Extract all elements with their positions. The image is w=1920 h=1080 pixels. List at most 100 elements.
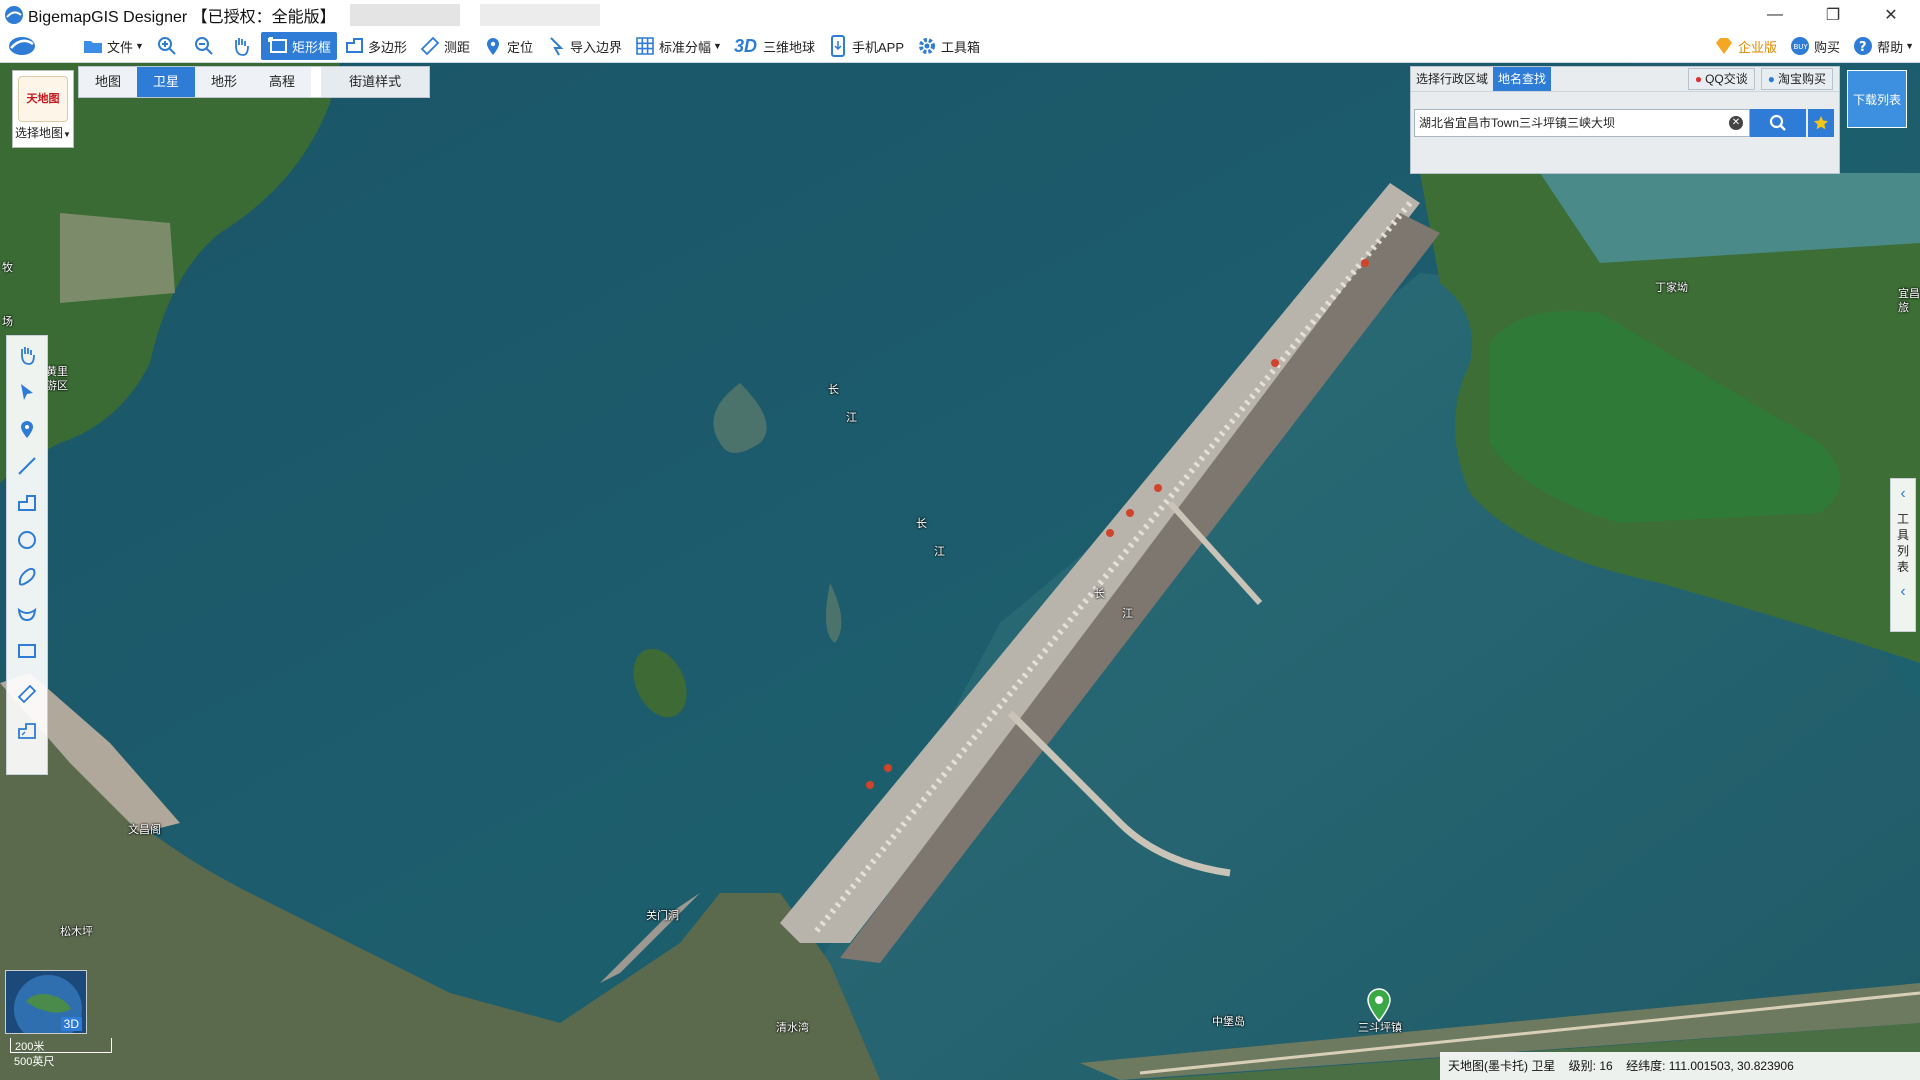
curve-tool[interactable] — [7, 595, 47, 632]
tab-select-region[interactable]: 选择行政区域 — [1411, 67, 1493, 91]
toolbox-button[interactable]: 工具箱 — [910, 32, 986, 60]
help-icon: ? — [1852, 35, 1874, 57]
map-canvas[interactable]: 长 江 长 江 长 江 丁家坳 文昌阁 松木坪 关门洞 清水湾 中堡岛 三斗坪镇… — [0, 63, 1920, 1080]
measure-button[interactable]: 测距 — [413, 32, 476, 60]
tool-list-panel[interactable]: ‹ 工具列表 ‹ — [1890, 478, 1916, 632]
mobile-app-button[interactable]: 手机APP — [821, 32, 910, 60]
enterprise-button[interactable]: 企业版 — [1707, 32, 1783, 60]
coordinates-value: 111.001503, 30.823906 — [1668, 1059, 1794, 1073]
qq-chat-button[interactable]: ● QQ交谈 — [1687, 68, 1755, 90]
polygon-button[interactable]: 多边形 — [337, 32, 413, 60]
freehand-icon — [18, 567, 36, 586]
tiles-menu[interactable]: 标准分幅 ▼ — [628, 32, 728, 60]
globe-3d-button[interactable]: 3D 三维地球 — [728, 32, 821, 60]
rectangle-tool[interactable] — [7, 632, 47, 669]
polygon-icon — [18, 494, 36, 511]
measure-tool[interactable] — [7, 675, 47, 712]
map-label: 游区 — [46, 380, 68, 392]
polyline-tool[interactable] — [7, 484, 47, 521]
svg-text:?: ? — [1859, 40, 1867, 55]
location-marker-icon[interactable] — [1366, 988, 1392, 1022]
taobao-label: 淘宝购买 — [1777, 72, 1826, 86]
zoom-in-icon — [156, 35, 178, 57]
tab-terrain[interactable]: 地形 — [195, 67, 253, 97]
map-selector[interactable]: 天地图 选择地图▼ — [12, 70, 74, 148]
zoom-in-button[interactable] — [150, 32, 187, 60]
measure-label: 测距 — [443, 39, 470, 55]
line-icon — [18, 456, 36, 475]
polygon-label: 多边形 — [367, 39, 407, 55]
menu-button[interactable] — [0, 32, 50, 60]
chevron-left-icon[interactable]: ‹ — [1891, 583, 1915, 601]
help-label: 帮助 — [1877, 39, 1904, 55]
map-selector-label: 选择地图 — [15, 126, 64, 140]
clear-icon[interactable]: ✕ — [1729, 116, 1743, 130]
select-tool[interactable] — [7, 373, 47, 410]
map-label: 松木坪 — [60, 926, 93, 938]
file-menu[interactable]: 文件 ▼ — [76, 32, 150, 60]
tab-satellite[interactable]: 卫星 — [137, 67, 196, 97]
area-icon — [18, 722, 36, 739]
map-type-tabs: 地图 卫星 地形 高程 街道样式 — [78, 66, 431, 98]
blurred-region — [479, 4, 600, 26]
map-label: 江 — [934, 546, 945, 558]
diamond-icon — [1713, 35, 1735, 57]
tab-elevation[interactable]: 高程 — [253, 67, 311, 97]
grid-icon — [634, 35, 656, 57]
circle-icon — [18, 530, 36, 549]
pan-tool[interactable] — [7, 336, 47, 373]
freehand-tool[interactable] — [7, 558, 47, 595]
search-button[interactable] — [1750, 109, 1806, 137]
map-label: 牧 — [2, 262, 13, 274]
map-label: 关门洞 — [646, 910, 679, 922]
tab-map[interactable]: 地图 — [79, 67, 137, 97]
qq-label: QQ交谈 — [1705, 72, 1748, 86]
polygon-icon — [343, 35, 365, 57]
map-label: 中堡岛 — [1212, 1016, 1245, 1028]
locate-button[interactable]: 定位 — [476, 32, 539, 60]
svg-text:BUY: BUY — [1794, 43, 1809, 51]
map-label: 场 — [2, 316, 13, 328]
chevron-down-icon: ▼ — [713, 41, 722, 51]
rect-label: 矩形框 — [291, 39, 331, 55]
folder-icon — [82, 35, 104, 57]
minimize-button[interactable]: — — [1746, 0, 1804, 30]
globe-3d-thumbnail[interactable]: 3D — [5, 970, 87, 1034]
area-tool[interactable] — [7, 712, 47, 749]
globe-label: 三维地球 — [762, 39, 815, 55]
buy-button[interactable]: BUY 购买 — [1783, 32, 1846, 60]
search-icon — [1769, 114, 1786, 131]
rect-select-button[interactable]: 矩形框 — [260, 32, 337, 60]
ruler-icon — [17, 684, 37, 703]
help-menu[interactable]: ? 帮助 ▼ — [1846, 32, 1920, 60]
curve-icon — [17, 607, 37, 621]
place-search-value: 湖北省宜昌市Town三斗坪镇三峡大坝 — [1419, 116, 1616, 130]
line-tool[interactable] — [7, 447, 47, 484]
download-list-button[interactable]: 下载列表 — [1847, 70, 1907, 128]
street-style-button[interactable]: 街道样式 — [311, 67, 430, 97]
buy-label: 购买 — [1814, 39, 1841, 55]
circle-tool[interactable] — [7, 521, 47, 558]
import-boundary-button[interactable]: 导入边界 — [539, 32, 628, 60]
search-panel: 选择行政区域 地名查找 ● QQ交谈 ● 淘宝购买 湖北省宜昌市Town三斗坪镇三峡… — [1410, 66, 1840, 174]
tab-place-search[interactable]: 地名查找 — [1493, 67, 1552, 91]
chevron-down-icon: ▼ — [63, 130, 71, 139]
chevron-left-icon[interactable]: ‹ — [1891, 485, 1915, 503]
taobao-buy-button[interactable]: ● 淘宝购买 — [1760, 68, 1833, 90]
pan-button[interactable] — [224, 32, 261, 60]
map-label: 江 — [1122, 608, 1133, 620]
zoom-out-button[interactable] — [187, 32, 224, 60]
qq-icon: ● — [1694, 72, 1703, 86]
marker-tool[interactable] — [7, 410, 47, 447]
drawing-toolbar — [6, 335, 48, 775]
map-label: 长 — [1094, 588, 1105, 600]
restore-button[interactable]: ❐ — [1804, 0, 1862, 30]
place-search-input[interactable]: 湖北省宜昌市Town三斗坪镇三峡大坝 ✕ — [1414, 109, 1750, 137]
favorite-button[interactable] — [1808, 109, 1834, 137]
tianditu-logo: 天地图 — [18, 76, 68, 122]
rectangle-icon — [18, 643, 36, 658]
map-label: 旅 — [1898, 302, 1909, 314]
coordinates-label: 经纬度: — [1626, 1059, 1666, 1073]
close-button[interactable]: ✕ — [1862, 0, 1920, 30]
phone-icon — [827, 35, 849, 57]
